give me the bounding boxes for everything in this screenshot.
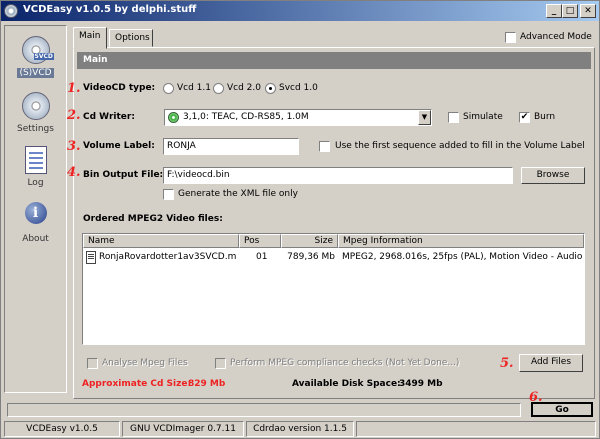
marker-2: 2. [67,108,81,123]
marker-3: 3. [67,139,81,154]
videocd-type-label: VideoCD type: [83,83,156,93]
use-first-sequence-label: Use the first sequence added to fill in … [335,141,585,151]
table-row[interactable]: RonjaRovardotter1av3SVCD.mpg 01 789,36 M… [83,250,584,266]
burn-label: Burn [534,112,556,122]
go-button[interactable]: Go [531,402,593,417]
radio-vcd11[interactable] [163,83,174,94]
cd-writer-label: Cd Writer: [83,112,135,122]
generate-xml-label: Generate the XML file only [178,189,298,199]
status-vcdimager: GNU VCDImager 0.7.11 [122,421,244,437]
bin-output-input[interactable]: F:\videocd.bin [163,167,513,184]
approx-size-value: 829 Mb [188,379,226,389]
radio-vcd20-label: Vcd 2.0 [227,83,261,93]
radio-svcd10[interactable] [265,83,276,94]
cd-writer-select[interactable]: 3,1,0: TEAC, CD-RS85, 1.0M ▼ [164,109,432,126]
available-space-value: 3499 Mb [399,379,443,389]
column-size[interactable]: Size [281,234,338,248]
simulate-label: Simulate [463,112,503,122]
mpeg-file-list[interactable]: Name Pos Size Mpeg Information RonjaRova… [82,233,585,345]
analyse-mpeg-label: Analyse Mpeg Files [102,358,188,368]
sidebar-item-log[interactable]: Log [5,146,66,188]
radio-vcd20[interactable] [213,83,224,94]
sidebar-item-settings[interactable]: Settings [5,92,66,134]
window-title: VCDEasy v1.0.5 by delphi.stuff [23,4,197,15]
info-icon: i [24,202,47,224]
column-pos[interactable]: Pos [239,234,281,248]
chevron-down-icon[interactable]: ▼ [418,110,431,125]
generate-xml-checkbox[interactable] [163,189,174,200]
volume-label-label: Volume Label: [83,141,155,151]
tab-options[interactable]: Options [109,29,153,47]
cd-writer-value: 3,1,0: TEAC, CD-RS85, 1.0M [183,112,309,122]
advanced-mode-label: Advanced Mode [520,32,592,42]
status-cdrdao: Cdrdao version 1.1.5 [246,421,354,437]
marker-5: 5. [500,356,514,371]
volume-label-input[interactable]: RONJA [163,138,299,155]
row-pos: 01 [256,252,268,262]
marker-1: 1. [67,81,81,96]
status-empty [356,421,596,437]
marker-4: 4. [67,165,81,180]
tab-main[interactable]: Main [73,27,107,49]
analyse-mpeg-checkbox[interactable] [87,358,98,369]
radio-svcd10-label: Svcd 1.0 [279,83,318,93]
row-mpeg-info: MPEG2, 2968.016s, 25fps (PAL), Motion Vi… [342,252,584,262]
settings-icon [21,92,50,120]
list-title: Ordered MPEG2 Video files: [83,214,223,224]
cd-icon: SVCD [21,36,54,64]
sidebar-label-log: Log [27,178,44,188]
sidebar-item-about[interactable]: i About [5,202,66,244]
column-mpeg-info[interactable]: Mpeg Information [338,234,584,248]
approx-size-label: Approximate Cd Size: [82,379,192,389]
advanced-mode-checkbox[interactable] [505,32,516,43]
column-name[interactable]: Name [83,234,239,248]
add-files-button[interactable]: Add Files [519,354,583,372]
radio-vcd11-label: Vcd 1.1 [177,83,211,93]
browse-button[interactable]: Browse [521,167,585,184]
simulate-checkbox[interactable] [448,112,459,123]
sidebar-item-svcd[interactable]: SVCD (S)VCD [5,36,66,78]
app-cd-icon [4,4,18,18]
drive-icon [168,112,179,123]
bin-output-label: Bin Output File: [83,170,164,180]
maximize-button[interactable]: □ [562,4,578,18]
sidebar-label-svcd: (S)VCD [17,68,54,78]
title-bar: VCDEasy v1.0.5 by delphi.stuff _ □ ✕ [1,1,599,21]
available-space-label: Available Disk Space: [292,379,401,389]
burn-checkbox[interactable]: ✔ [519,112,530,123]
sidebar-label-about: About [22,234,49,244]
sidebar-label-settings: Settings [17,124,54,134]
status-version: VCDEasy v1.0.5 [4,421,120,437]
sidebar: SVCD (S)VCD Settings Log i About [4,25,67,393]
main-window: VCDEasy v1.0.5 by delphi.stuff _ □ ✕ SVC… [0,0,600,439]
compliance-checks-label: Perform MPEG compliance checks (Not Yet … [230,358,460,368]
use-first-sequence-checkbox[interactable] [319,141,330,152]
row-size: 789,36 Mb [287,252,335,262]
row-name: RonjaRovardotter1av3SVCD.mpg [99,252,237,262]
log-icon [24,146,47,174]
progress-bar [7,403,521,417]
close-button[interactable]: ✕ [580,4,596,18]
minimize-button[interactable]: _ [546,4,562,18]
section-header: Main [77,52,591,69]
film-file-icon [86,251,96,264]
compliance-checks-checkbox[interactable] [215,358,226,369]
